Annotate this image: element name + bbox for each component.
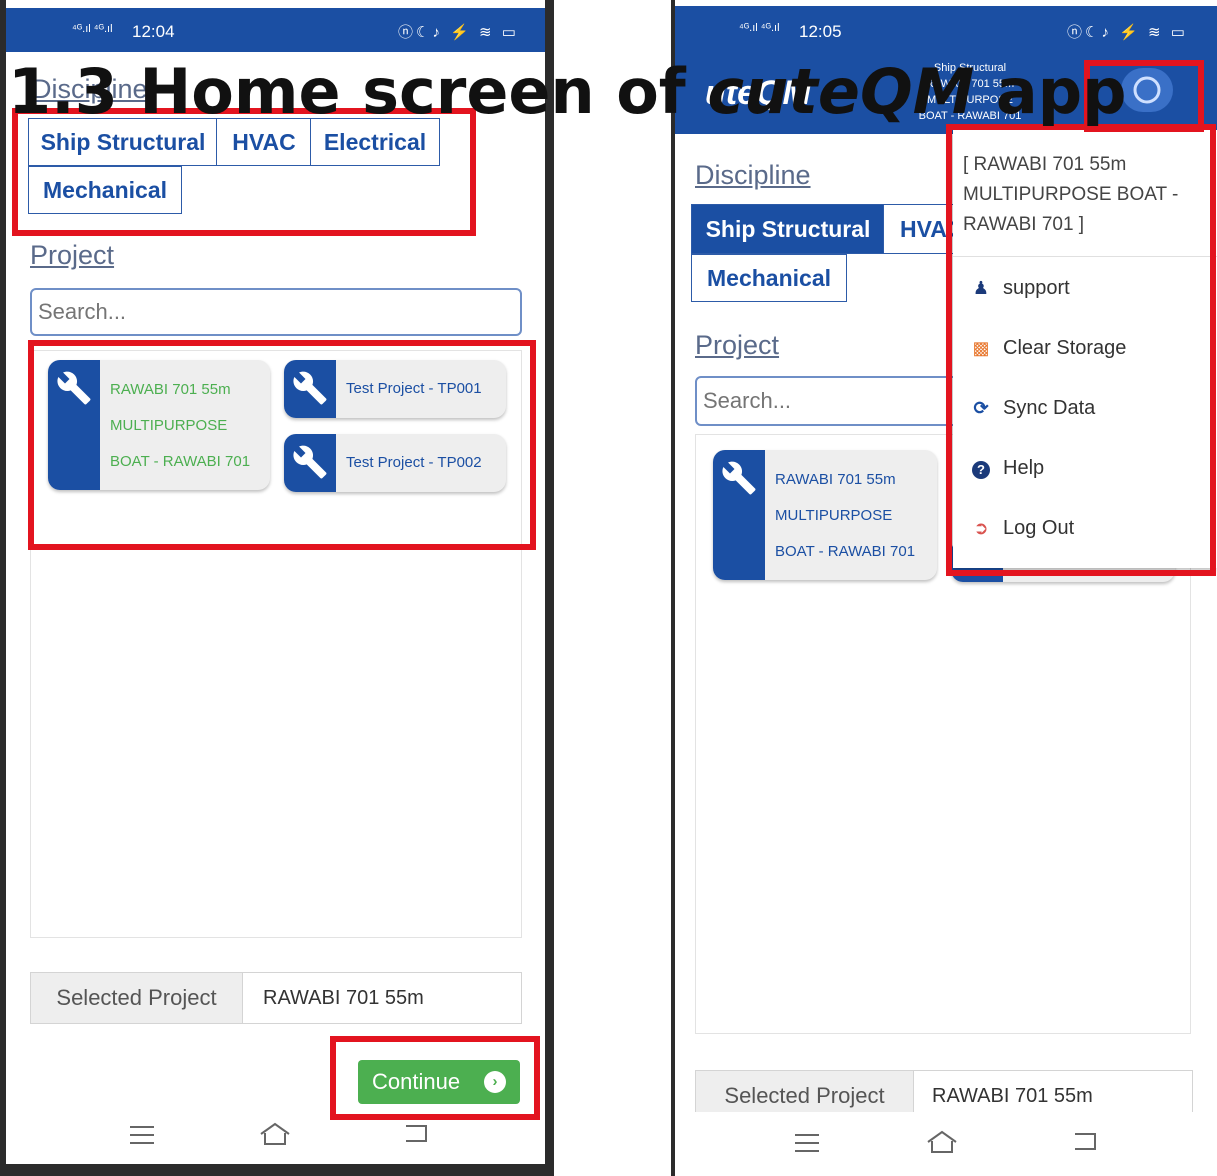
- signal-indicator: ⁴ᴳ.ıl ⁴ᴳ.ıl: [72, 23, 113, 35]
- status-icons: ⓝ☾♪ ⚡ ≋ ▭: [398, 24, 519, 41]
- project-label: Project: [30, 240, 115, 270]
- menu-nav-icon[interactable]: [128, 1124, 156, 1146]
- android-nav-bar: [675, 1112, 1217, 1176]
- back-nav-icon[interactable]: [402, 1122, 430, 1144]
- discipline-tab-mechanical[interactable]: Mechanical: [691, 254, 847, 302]
- status-icons: ⓝ☾♪ ⚡ ≋ ▭: [1067, 24, 1188, 41]
- home-nav-icon[interactable]: [925, 1128, 959, 1156]
- project-label: Project: [695, 330, 780, 360]
- highlight-project-cards: [28, 340, 536, 550]
- card-strip: [713, 450, 765, 580]
- selected-project-label: Selected Project: [31, 973, 243, 1023]
- card-title-line1: RAWABI 701 55m: [775, 471, 896, 488]
- highlight-continue-button: [330, 1036, 540, 1120]
- page-headline: 1.3 Home screen of cuteQM app: [8, 52, 1127, 132]
- discipline-tab-ship-structural[interactable]: Ship Structural: [691, 204, 885, 254]
- menu-nav-icon[interactable]: [793, 1132, 821, 1154]
- card-title-line2: MULTIPURPOSE: [775, 507, 893, 524]
- highlight-account-menu: [946, 124, 1216, 576]
- selected-project-row: Selected Project RAWABI 701 55m: [30, 972, 522, 1024]
- signal-indicator: ⁴ᴳ.ıl ⁴ᴳ.ıl: [739, 22, 780, 34]
- selected-project-value: RAWABI 701 55m: [263, 987, 424, 1009]
- device-bezel-bottom: [6, 1164, 545, 1176]
- home-nav-icon[interactable]: [258, 1120, 292, 1148]
- headline-text-start: 1.3 Home screen of: [8, 55, 708, 128]
- wrench-icon: [722, 461, 756, 495]
- card-title-line3: BOAT - RAWABI 701: [775, 543, 916, 560]
- status-time: 12:04: [132, 22, 175, 41]
- back-nav-icon[interactable]: [1071, 1130, 1099, 1152]
- headline-text-end: app: [974, 55, 1127, 128]
- status-bar: ⁴ᴳ.ıl ⁴ᴳ.ıl 12:05 ⓝ☾♪ ⚡ ≋ ▭: [675, 6, 1217, 54]
- project-card-rawabi[interactable]: RAWABI 701 55m MULTIPURPOSE BOAT - RAWAB…: [713, 450, 937, 580]
- headline-app-name: cuteQM: [707, 55, 975, 128]
- project-search-input[interactable]: [30, 288, 522, 336]
- discipline-label: Discipline: [695, 160, 811, 190]
- status-time: 12:05: [799, 22, 842, 41]
- status-bar: ⁴ᴳ.ıl ⁴ᴳ.ıl 12:04 ⓝ☾♪ ⚡ ≋ ▭: [6, 8, 545, 52]
